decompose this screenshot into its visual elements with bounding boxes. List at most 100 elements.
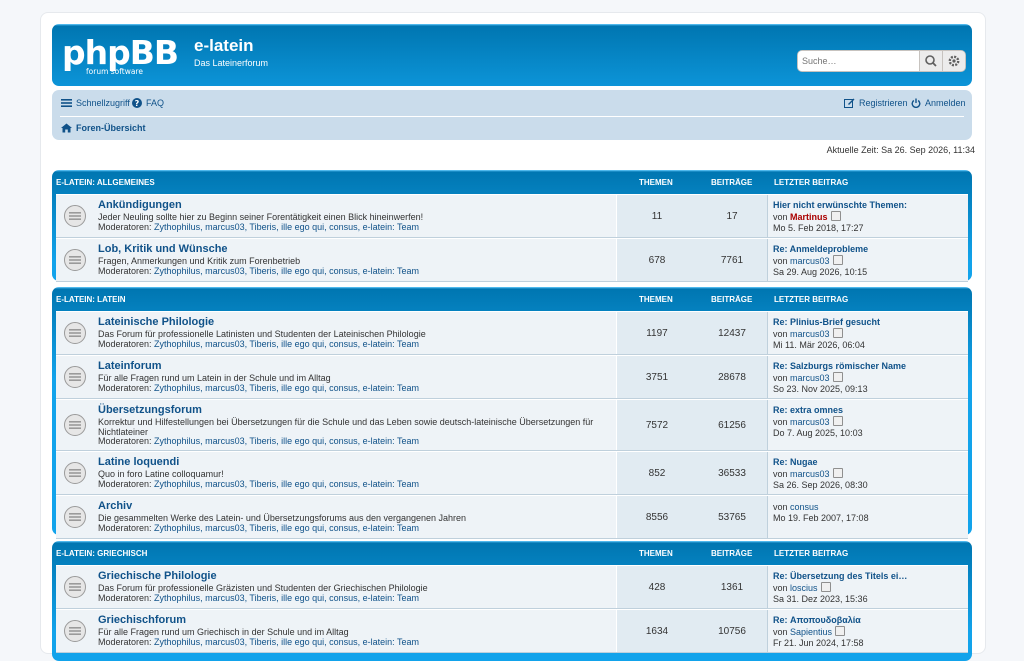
last-post-author[interactable]: marcus03: [790, 256, 830, 266]
moderators-list[interactable]: Zythophilus, marcus03, Tiberis, ille ego…: [154, 266, 419, 276]
forum-moderators: Moderatoren: Zythophilus, marcus03, Tibe…: [98, 222, 419, 232]
forum-title[interactable]: Lob, Kritik und Wünsche: [98, 243, 228, 255]
last-post-title[interactable]: Re: Nugae: [773, 457, 868, 468]
forum-description: Das Forum für professionelle Gräzisten u…: [98, 583, 428, 593]
last-post-author[interactable]: loscius: [790, 583, 818, 593]
login-link[interactable]: Anmelden: [911, 98, 966, 108]
category-header: E-LATEIN: LATEIN THEMEN BEITRÄGE LETZTER…: [56, 287, 968, 311]
hamburger-icon: [61, 99, 72, 107]
last-post-author[interactable]: marcus03: [790, 417, 830, 427]
site-description: Das Lateinerforum: [194, 58, 269, 68]
forum-moderators: Moderatoren: Zythophilus, marcus03, Tibe…: [98, 436, 419, 446]
category-title[interactable]: E-LATEIN: LATEIN: [56, 295, 125, 304]
moderators-list[interactable]: Zythophilus, marcus03, Tiberis, ille ego…: [154, 479, 419, 489]
advanced-search-button[interactable]: [942, 51, 965, 71]
forum-topics-count: 852: [616, 452, 698, 494]
moderators-label: Moderatoren:: [98, 266, 152, 276]
view-latest-icon[interactable]: [835, 626, 846, 636]
last-post-title[interactable]: Re: Anmeldeprobleme: [773, 244, 868, 255]
forum-moderators: Moderatoren: Zythophilus, marcus03, Tibe…: [98, 523, 419, 533]
moderators-list[interactable]: Zythophilus, marcus03, Tiberis, ille ego…: [154, 222, 419, 232]
last-post-author[interactable]: consus: [790, 502, 819, 512]
last-post-author[interactable]: marcus03: [790, 469, 830, 479]
last-post-title[interactable]: Re: Salzburgs römischer Name: [773, 361, 906, 372]
last-post-author[interactable]: Martinus: [790, 212, 828, 222]
last-post-author[interactable]: Sapientius: [790, 627, 832, 637]
forum-posts-count: 36533: [697, 452, 768, 494]
view-latest-icon[interactable]: [832, 255, 843, 265]
site-title[interactable]: e-latein: [194, 36, 254, 56]
forum-title[interactable]: Übersetzungsforum: [98, 404, 202, 416]
forum-moderators: Moderatoren: Zythophilus, marcus03, Tibe…: [98, 637, 419, 647]
forum-read-icon: [64, 205, 86, 227]
search-icon: [925, 55, 937, 67]
forum-posts-count: 61256: [697, 400, 768, 450]
forum-topics-count: 678: [616, 239, 698, 281]
login-label: Anmelden: [925, 98, 966, 108]
forum-last-post: Re: Plinius-Brief gesucht von marcus03 M…: [773, 317, 880, 351]
view-latest-icon[interactable]: [832, 372, 843, 382]
faq-link[interactable]: ? FAQ: [132, 98, 164, 108]
forum-read-icon: [64, 249, 86, 271]
view-latest-icon[interactable]: [830, 211, 841, 221]
last-post-title[interactable]: Hier nicht erwünschte Themen:: [773, 200, 907, 211]
forum-row-latine-loquendi: Latine loquendi Quo in foro Latine collo…: [56, 451, 968, 495]
forum-title[interactable]: Archiv: [98, 500, 132, 512]
last-post-by: von: [773, 502, 788, 512]
forum-title[interactable]: Lateinforum: [98, 360, 162, 372]
quicklinks-menu[interactable]: Schnellzugriff: [61, 98, 130, 108]
last-post-title[interactable]: Re: Übersetzung des Titels ei…: [773, 571, 907, 582]
category-title[interactable]: E-LATEIN: ALLGEMEINES: [56, 178, 155, 187]
moderators-list[interactable]: Zythophilus, marcus03, Tiberis, ille ego…: [154, 593, 419, 603]
register-link[interactable]: Registrieren: [844, 98, 908, 108]
search-box: [798, 51, 965, 71]
forum-last-post: Re: Salzburgs römischer Name von marcus0…: [773, 361, 906, 395]
phpbb-logo[interactable]: phpBB forum software: [62, 34, 184, 78]
forum-title[interactable]: Griechischforum: [98, 614, 186, 626]
nav-divider: [60, 116, 964, 117]
category-griechisch: E-LATEIN: GRIECHISCH THEMEN BEITRÄGE LET…: [52, 541, 972, 661]
forum-posts-count: 7761: [697, 239, 768, 281]
last-post-author[interactable]: marcus03: [790, 329, 830, 339]
breadcrumb-home[interactable]: Foren-Übersicht: [61, 123, 146, 133]
forum-title[interactable]: Latine loquendi: [98, 456, 179, 468]
forum-description: Fragen, Anmerkungen und Kritik zum Foren…: [98, 256, 301, 266]
forum-read-icon: [64, 620, 86, 642]
forum-moderators: Moderatoren: Zythophilus, marcus03, Tibe…: [98, 266, 419, 276]
search-button[interactable]: [919, 51, 942, 71]
view-latest-icon[interactable]: [832, 468, 843, 478]
forum-row-archiv: Archiv Die gesammelten Werke des Latein-…: [56, 495, 968, 539]
quicklinks-label: Schnellzugriff: [76, 98, 130, 108]
last-post-author[interactable]: marcus03: [790, 373, 830, 383]
category-title[interactable]: E-LATEIN: GRIECHISCH: [56, 549, 147, 558]
moderators-label: Moderatoren:: [98, 222, 152, 232]
view-latest-icon[interactable]: [832, 416, 843, 426]
forum-read-icon: [64, 322, 86, 344]
view-latest-icon[interactable]: [832, 328, 843, 338]
last-post-date: Mi 11. Mär 2026, 06:04: [773, 340, 865, 350]
moderators-list[interactable]: Zythophilus, marcus03, Tiberis, ille ego…: [154, 436, 419, 446]
last-post-title[interactable]: Re: Plinius-Brief gesucht: [773, 317, 880, 328]
moderators-label: Moderatoren:: [98, 436, 152, 446]
forum-title[interactable]: Ankündigungen: [98, 199, 182, 211]
forum-row-ankuendigungen: Ankündigungen Jeder Neuling sollte hier …: [56, 194, 968, 238]
forum-topics-count: 7572: [616, 400, 698, 450]
search-input[interactable]: [798, 51, 915, 71]
forum-last-post: Re: Nugae von marcus03 Sa 26. Sep 2026, …: [773, 457, 868, 491]
gear-icon: [948, 55, 960, 67]
last-post-title[interactable]: Re: Αποπουδοβαλία: [773, 615, 864, 626]
forum-posts-count: 10756: [697, 610, 768, 652]
forum-read-icon: [64, 576, 86, 598]
forum-title[interactable]: Griechische Philologie: [98, 570, 217, 582]
page-wrap: phpBB forum software e-latein Das Latein…: [40, 12, 986, 661]
forum-title[interactable]: Lateinische Philologie: [98, 316, 214, 328]
moderators-list[interactable]: Zythophilus, marcus03, Tiberis, ille ego…: [154, 523, 419, 533]
moderators-label: Moderatoren:: [98, 637, 152, 647]
last-post-title[interactable]: Re: extra omnes: [773, 405, 863, 416]
view-latest-icon[interactable]: [820, 582, 831, 592]
moderators-list[interactable]: Zythophilus, marcus03, Tiberis, ille ego…: [154, 637, 419, 647]
forum-topics-count: 1197: [616, 312, 698, 354]
forum-read-icon: [64, 414, 86, 436]
moderators-list[interactable]: Zythophilus, marcus03, Tiberis, ille ego…: [154, 339, 419, 349]
moderators-list[interactable]: Zythophilus, marcus03, Tiberis, ille ego…: [154, 383, 419, 393]
